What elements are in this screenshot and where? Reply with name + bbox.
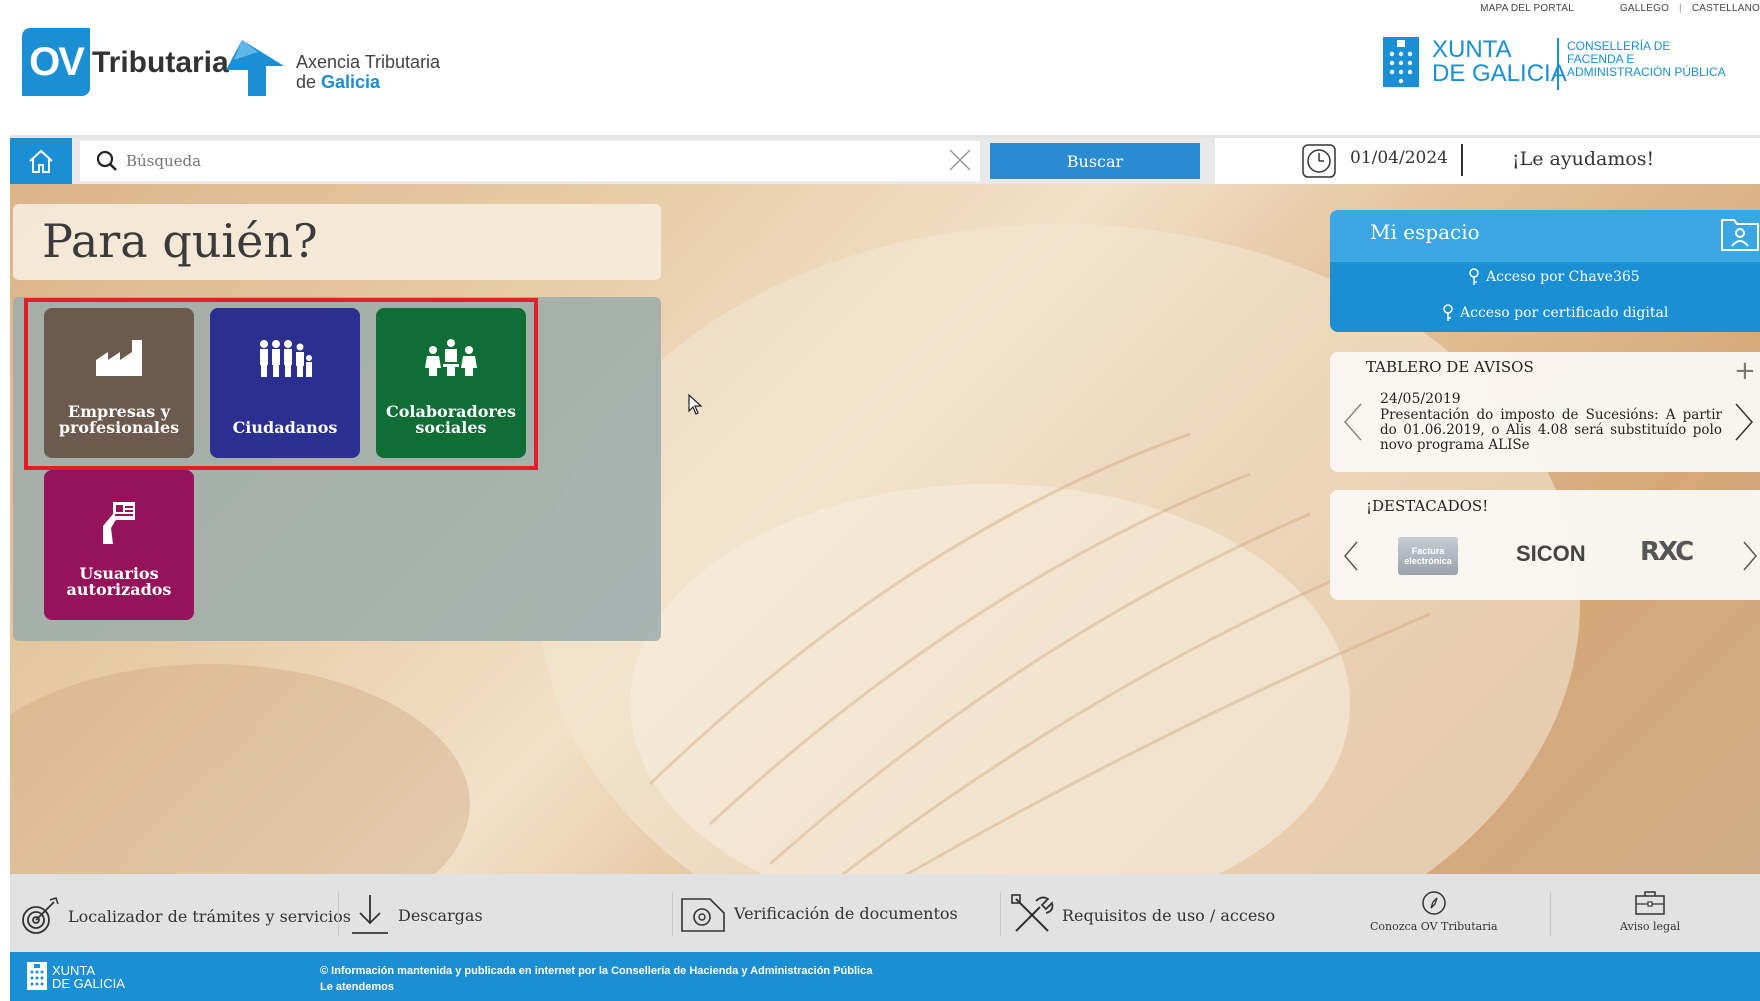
xunta-flag-icon [1383, 37, 1419, 91]
factura-line1: Factura [1411, 546, 1445, 556]
castellano-link[interactable]: CASTELLANO [1692, 3, 1760, 14]
descargas-link[interactable]: Descargas [350, 893, 483, 937]
destacados-prev-button[interactable] [1343, 540, 1359, 576]
verificacion-link[interactable]: Verificación de documentos [680, 893, 958, 933]
gallego-link[interactable]: GALLEGO [1620, 3, 1669, 14]
rxc-logo[interactable]: RXC [1640, 537, 1694, 567]
footer-separator [338, 892, 339, 936]
atg-name-line2: de Galicia [296, 72, 380, 93]
localizador-label: Localizador de trámites y servicios [68, 906, 351, 926]
tablero-more-button[interactable]: + [1734, 358, 1756, 384]
certificado-label: Acceso por certificado digital [1460, 305, 1669, 321]
tablero-prev-button[interactable] [1343, 402, 1363, 446]
footer-separator [672, 892, 673, 936]
xunta-line2: DE GALICIA [1432, 60, 1567, 87]
requisitos-label: Requisitos de uso / acceso [1062, 905, 1276, 925]
key-icon [1443, 304, 1453, 321]
aviso-legal-link[interactable]: Aviso legal [1620, 890, 1680, 933]
chevron-right-icon [1735, 403, 1754, 441]
chevron-left-icon [1344, 541, 1358, 571]
user-folder-icon[interactable] [1720, 216, 1760, 256]
tile-usuarios-autorizados[interactable]: Usuarios autorizados [44, 470, 194, 620]
lang-separator: | [1679, 3, 1682, 14]
tablero-title: TABLERO DE AVISOS [1366, 358, 1534, 376]
le-atendemos-link[interactable]: Le atendemos [320, 981, 394, 993]
chave365-link[interactable]: Acceso por Chave365 [1468, 268, 1640, 286]
footer-separator [1550, 892, 1551, 936]
close-icon [949, 149, 971, 171]
aviso-text[interactable]: Presentación do imposto de Sucesións: A … [1380, 408, 1722, 453]
footer-separator [1000, 892, 1001, 936]
help-link[interactable]: ¡Le ayudamos! [1512, 148, 1654, 170]
current-date: 01/04/2024 [1350, 148, 1448, 168]
top-links: MAPA DEL PORTAL GALLEGO | CASTELLANO [1480, 3, 1760, 14]
target-icon [22, 897, 59, 934]
descargas-label: Descargas [398, 905, 483, 925]
chave365-label: Acceso por Chave365 [1486, 269, 1640, 285]
conselleria-name: CONSELLERÍA DE FACENDA E ADMINISTRACIÓN … [1567, 40, 1726, 79]
id-card-icon [103, 502, 135, 544]
panel-title: Para quién? [42, 214, 318, 268]
ov-logo-word[interactable]: Tributaria [92, 46, 229, 80]
tablero-next-button[interactable] [1734, 402, 1754, 446]
briefcase-icon [1635, 891, 1665, 915]
home-button[interactable] [10, 138, 72, 184]
date-help-area [1215, 138, 1760, 184]
home-icon [29, 149, 53, 173]
xunta-line1: XUNTA [1432, 36, 1512, 63]
sicon-logo[interactable]: SICON [1516, 541, 1586, 567]
conozca-link[interactable]: Conozca OV Tributaria [1370, 890, 1498, 933]
footer-xunta-line2: DE GALICIA [52, 976, 125, 991]
aviso-legal-label: Aviso legal [1620, 920, 1681, 933]
localizador-link[interactable]: Localizador de trámites y servicios [20, 896, 351, 936]
search-input[interactable] [126, 152, 946, 170]
compass-icon [1422, 891, 1446, 915]
document-check-icon [681, 898, 725, 932]
aviso-date: 24/05/2019 [1380, 391, 1461, 407]
key-icon [1469, 268, 1479, 285]
mi-espacio-title: Mi espacio [1370, 220, 1480, 244]
atg-prefix: de [296, 72, 322, 92]
xunta-flag-small-icon [27, 962, 47, 994]
chevron-right-icon [1743, 541, 1757, 571]
bottom-bar [10, 952, 1760, 1001]
atg-name-line1: Axencia Tributaria [296, 52, 441, 72]
clear-search-button[interactable] [948, 148, 972, 176]
destacados-title: ¡DESTACADOS! [1366, 497, 1489, 515]
verificacion-label: Verificación de documentos [734, 903, 958, 923]
xunta-divider [1557, 38, 1559, 90]
requisitos-link[interactable]: Requisitos de uso / acceso [1010, 893, 1275, 937]
conozca-label: Conozca OV Tributaria [1370, 920, 1498, 933]
download-icon [352, 895, 388, 934]
ov-logo-badge[interactable]: OV [22, 28, 90, 96]
conselleria-line3: ADMINISTRACIÓN PÚBLICA [1567, 65, 1726, 79]
atg-galicia: Galicia [321, 72, 381, 92]
tile-label-line2: autorizados [66, 580, 172, 599]
search-icon [96, 150, 117, 171]
portal-map-link[interactable]: MAPA DEL PORTAL [1480, 3, 1574, 14]
certificado-link[interactable]: Acceso por certificado digital [1442, 304, 1668, 322]
mouse-cursor-icon [688, 393, 704, 420]
footer-xunta-logo[interactable]: XUNTA DE GALICIA [52, 964, 125, 990]
tools-icon [1011, 894, 1054, 932]
date-separator [1461, 144, 1463, 176]
destacados-next-button[interactable] [1742, 540, 1758, 576]
search-button[interactable]: Buscar [990, 143, 1200, 179]
footer-info-text: © Información mantenida y publicada en i… [320, 965, 873, 977]
factura-line2: electrónica [1404, 556, 1452, 566]
search-box [80, 141, 980, 181]
atg-logo-icon [222, 30, 292, 104]
factura-electronica-logo[interactable]: Factura electrónica [1398, 537, 1458, 575]
chevron-left-icon [1343, 403, 1362, 441]
clock-icon [1302, 144, 1336, 182]
highlight-box [24, 298, 538, 470]
